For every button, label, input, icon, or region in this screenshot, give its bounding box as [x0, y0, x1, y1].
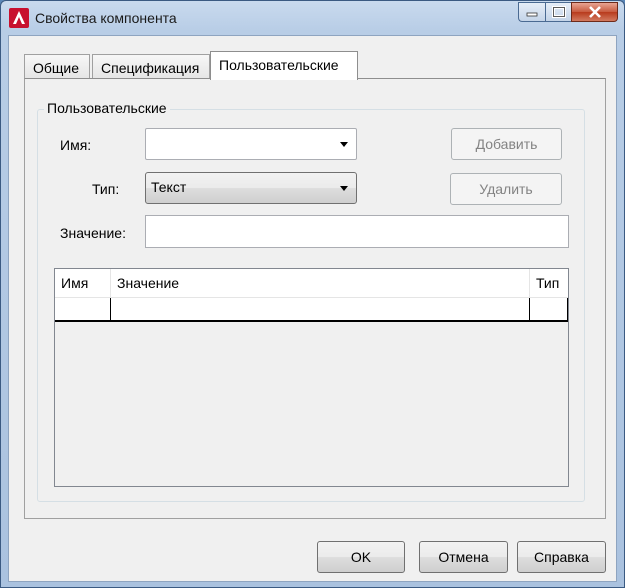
column-header-type[interactable]: Тип: [530, 269, 568, 298]
help-button[interactable]: Справка: [517, 541, 606, 573]
title-bar[interactable]: Свойства компонента: [1, 1, 624, 35]
cancel-button[interactable]: Отмена: [419, 541, 508, 573]
value-input[interactable]: [145, 215, 569, 248]
table-header: Имя Значение Тип: [55, 269, 568, 298]
help-button-label: Справка: [534, 549, 589, 565]
remove-button[interactable]: Удалить: [450, 173, 562, 205]
maximize-icon: [551, 6, 566, 18]
caption-buttons: [518, 2, 618, 22]
minimize-icon: [526, 12, 538, 17]
group-title: Пользовательские: [44, 100, 170, 116]
cancel-button-label: Отмена: [438, 549, 489, 565]
add-button[interactable]: Добавить: [451, 128, 562, 160]
table-cell-name[interactable]: [55, 298, 111, 320]
column-header-value-label: Значение: [117, 275, 180, 291]
maximize-button[interactable]: [545, 2, 571, 22]
type-dropdown-value: Текст: [151, 179, 187, 195]
table-cell-value[interactable]: [111, 298, 530, 320]
remove-button-label: Удалить: [479, 181, 533, 197]
column-header-value[interactable]: Значение: [111, 269, 530, 298]
chevron-down-icon: [340, 142, 348, 147]
window-title: Свойства компонента: [35, 10, 177, 26]
ok-button-label: OK: [350, 549, 372, 565]
properties-table[interactable]: Имя Значение Тип: [54, 268, 569, 487]
column-header-name-label: Имя: [61, 275, 89, 291]
minimize-button[interactable]: [518, 2, 545, 22]
table-cell-type[interactable]: [530, 298, 568, 320]
column-header-type-label: Тип: [536, 275, 560, 291]
ok-button[interactable]: OK: [317, 541, 405, 573]
type-label: Тип:: [92, 181, 120, 197]
dialog-client-area: Общие Спецификация Пользовательские Поль…: [8, 35, 617, 582]
name-combobox[interactable]: [145, 128, 357, 160]
value-label: Значение:: [60, 225, 126, 241]
chevron-down-icon: [340, 186, 348, 191]
name-label: Имя:: [60, 137, 92, 153]
tab-specification-label: Спецификация: [101, 60, 200, 76]
tab-custom[interactable]: Пользовательские: [210, 51, 358, 80]
table-row[interactable]: [55, 298, 568, 322]
tab-general[interactable]: Общие: [24, 54, 90, 80]
close-icon: [588, 6, 601, 18]
tab-specification[interactable]: Спецификация: [92, 54, 210, 80]
close-button[interactable]: [571, 2, 618, 22]
tab-custom-label: Пользовательские: [219, 57, 339, 73]
type-dropdown[interactable]: Текст: [145, 172, 357, 204]
tab-general-label: Общие: [33, 60, 80, 76]
column-header-name[interactable]: Имя: [55, 269, 111, 298]
autocad-app-icon: [9, 8, 29, 28]
dialog-window: Свойства компонента Общие Спецификация П…: [0, 0, 625, 588]
add-button-label: Добавить: [475, 136, 538, 152]
tab-panel-custom: Пользовательские Имя: Добавить Тип: Текс…: [24, 78, 606, 519]
